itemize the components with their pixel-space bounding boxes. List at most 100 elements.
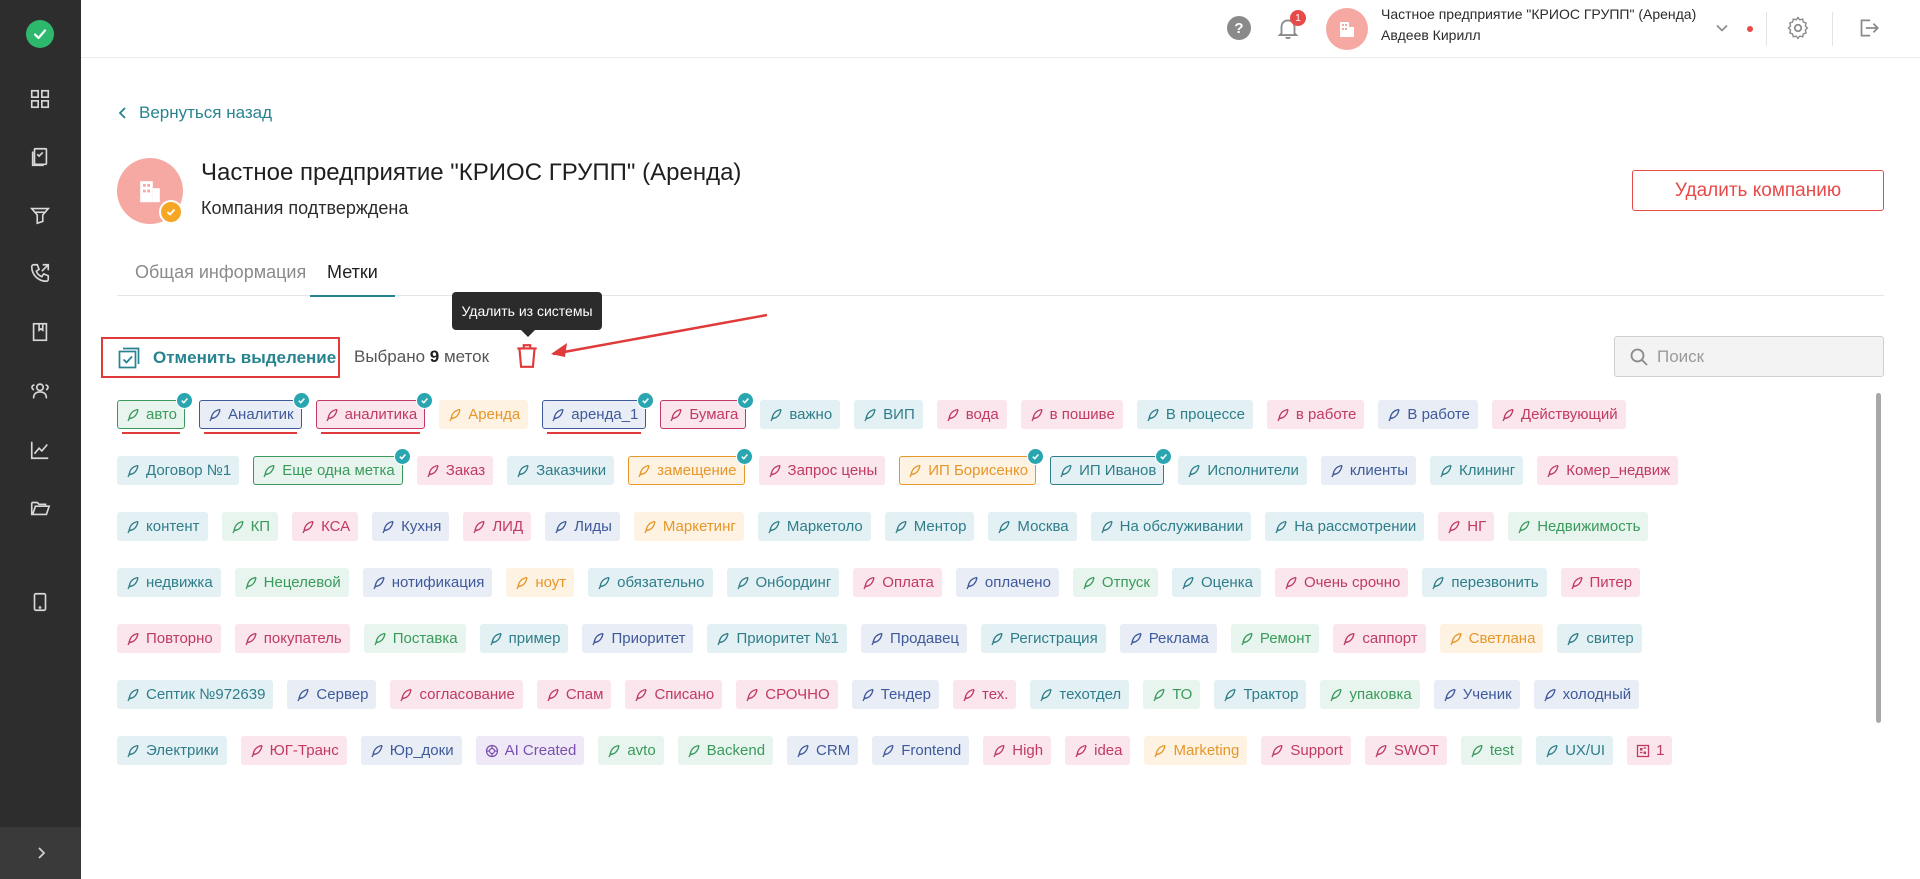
- tag-item[interactable]: замещение: [628, 448, 753, 485]
- tag-item[interactable]: Очень срочно: [1274, 568, 1409, 597]
- tag-item[interactable]: ЮГ-Транс: [240, 736, 347, 765]
- tag-item[interactable]: тех.: [953, 680, 1017, 709]
- tag-item[interactable]: 1: [1627, 736, 1673, 765]
- tag-item[interactable]: Недвижимость: [1508, 512, 1649, 541]
- tab-general-info[interactable]: Общая информация: [135, 262, 306, 295]
- tag-item[interactable]: свитер: [1557, 624, 1642, 653]
- tag-item[interactable]: НГ: [1438, 512, 1495, 541]
- tag-item[interactable]: idea: [1065, 736, 1131, 765]
- tag-item[interactable]: Кухня: [372, 512, 450, 541]
- tag-item[interactable]: Септик №972639: [117, 680, 274, 709]
- tag-item[interactable]: Backend: [677, 736, 774, 765]
- tag-item[interactable]: недвижка: [117, 568, 221, 597]
- tag-item[interactable]: Онбординг: [726, 568, 840, 597]
- phone-icon[interactable]: [26, 259, 54, 287]
- folder-icon[interactable]: [26, 494, 54, 522]
- tag-item[interactable]: СРОЧНО: [736, 680, 838, 709]
- tag-item[interactable]: Светлана: [1439, 624, 1544, 653]
- tag-item[interactable]: Support: [1261, 736, 1351, 765]
- tag-item[interactable]: Договор №1: [117, 456, 240, 485]
- tag-item[interactable]: Тендер: [851, 680, 940, 709]
- tag-item[interactable]: Marketing: [1144, 736, 1248, 765]
- tag-item[interactable]: Ремонт: [1230, 624, 1320, 653]
- tag-item[interactable]: перезвонить: [1422, 568, 1547, 597]
- tag-item[interactable]: контент: [117, 512, 208, 541]
- filter-icon[interactable]: [26, 201, 54, 229]
- logout-icon[interactable]: [1855, 15, 1881, 41]
- tag-item[interactable]: ВИП: [854, 400, 923, 429]
- tag-item[interactable]: пример: [479, 624, 569, 653]
- tag-item[interactable]: В работе: [1378, 400, 1478, 429]
- tag-item[interactable]: Продавец: [861, 624, 967, 653]
- tag-item[interactable]: упаковка: [1320, 680, 1420, 709]
- tag-item[interactable]: Реклама: [1119, 624, 1217, 653]
- tag-item[interactable]: клиенты: [1320, 456, 1416, 485]
- tag-item[interactable]: Ментор: [884, 512, 975, 541]
- tag-item[interactable]: ИП Иванов: [1050, 448, 1173, 485]
- tag-item[interactable]: холодный: [1533, 680, 1640, 709]
- tag-item[interactable]: Лиды: [545, 512, 620, 541]
- tag-item[interactable]: avto: [598, 736, 664, 765]
- company-avatar-small[interactable]: [1326, 8, 1368, 50]
- tag-item[interactable]: Оценка: [1171, 568, 1261, 597]
- tag-item[interactable]: Аналитик: [199, 392, 310, 434]
- tag-item[interactable]: Аренда: [439, 400, 529, 429]
- tag-item[interactable]: Исполнители: [1178, 456, 1307, 485]
- users-icon[interactable]: [26, 377, 54, 405]
- header-company-name[interactable]: Частное предприятие "КРИОС ГРУПП" (Аренд…: [1381, 6, 1696, 22]
- tag-item[interactable]: оплачено: [955, 568, 1059, 597]
- tag-item[interactable]: аренда_1: [542, 392, 655, 434]
- tag-item[interactable]: AI Created: [475, 736, 585, 765]
- tag-item[interactable]: Приоритет №1: [707, 624, 848, 653]
- tag-item[interactable]: Бумага: [660, 392, 755, 429]
- tag-item[interactable]: Юр_доки: [360, 736, 462, 765]
- tag-item[interactable]: Электрики: [117, 736, 227, 765]
- tag-item[interactable]: CRM: [787, 736, 859, 765]
- documents-icon[interactable]: [26, 143, 54, 171]
- tag-item[interactable]: Трактор: [1214, 680, 1307, 709]
- gear-icon[interactable]: [1785, 15, 1811, 41]
- header-user-name[interactable]: Авдеев Кирилл: [1381, 27, 1481, 43]
- tag-item[interactable]: обязательно: [588, 568, 713, 597]
- tag-item[interactable]: в пошиве: [1020, 400, 1123, 429]
- tag-item[interactable]: Поставка: [363, 624, 466, 653]
- tag-item[interactable]: ТО: [1143, 680, 1201, 709]
- tag-item[interactable]: Заказ: [416, 456, 494, 485]
- tag-item[interactable]: test: [1460, 736, 1523, 765]
- tag-item[interactable]: Спам: [536, 680, 612, 709]
- scrollbar[interactable]: [1876, 393, 1881, 723]
- tag-item[interactable]: В процессе: [1136, 400, 1253, 429]
- trash-icon[interactable]: [514, 342, 540, 370]
- chevron-down-icon[interactable]: [1714, 20, 1730, 36]
- tag-item[interactable]: Ученик: [1433, 680, 1520, 709]
- tag-item[interactable]: Регистрация: [981, 624, 1106, 653]
- tag-item[interactable]: КСА: [292, 512, 359, 541]
- tag-item[interactable]: Маркетинг: [633, 512, 744, 541]
- tag-item[interactable]: ИП Борисенко: [899, 448, 1045, 485]
- tag-item[interactable]: ноут: [506, 568, 575, 597]
- tag-item[interactable]: покупатель: [234, 624, 350, 653]
- tag-item[interactable]: согласование: [390, 680, 523, 709]
- tag-item[interactable]: SWOT: [1364, 736, 1447, 765]
- back-link[interactable]: Вернуться назад: [117, 103, 272, 123]
- tag-item[interactable]: в работе: [1266, 400, 1365, 429]
- tag-item[interactable]: саппорт: [1333, 624, 1426, 653]
- help-icon[interactable]: ?: [1227, 16, 1251, 40]
- app-logo-icon[interactable]: [26, 20, 54, 48]
- tag-item[interactable]: ЛИД: [463, 512, 532, 541]
- tag-item[interactable]: Сервер: [287, 680, 377, 709]
- search-input[interactable]: [1657, 346, 1857, 367]
- tag-item[interactable]: На обслуживании: [1090, 512, 1252, 541]
- tab-tags[interactable]: Метки: [310, 262, 395, 297]
- tag-item[interactable]: Маркетоло: [757, 512, 871, 541]
- mobile-icon[interactable]: [26, 588, 54, 616]
- tag-item[interactable]: Оплата: [853, 568, 942, 597]
- tag-item[interactable]: Москва: [988, 512, 1077, 541]
- tag-item[interactable]: Питер: [1560, 568, 1641, 597]
- tag-item[interactable]: вода: [936, 400, 1007, 429]
- tag-item[interactable]: КП: [221, 512, 279, 541]
- tag-item[interactable]: Приоритет: [582, 624, 694, 653]
- tag-item[interactable]: Нецелевой: [234, 568, 349, 597]
- tag-item[interactable]: Еще одна метка: [253, 448, 411, 485]
- tag-item[interactable]: Запрос цены: [758, 456, 886, 485]
